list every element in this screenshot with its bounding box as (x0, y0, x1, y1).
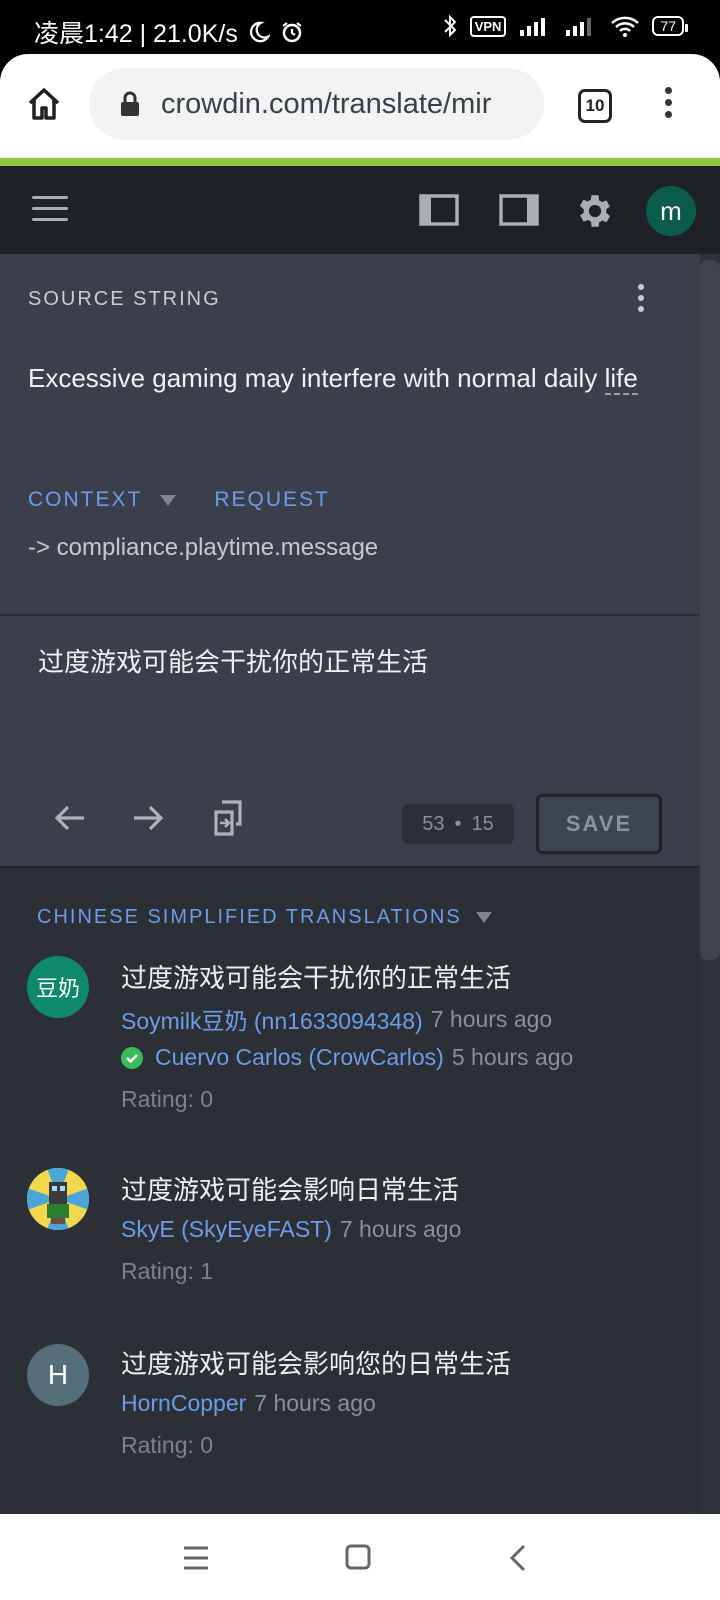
status-left: 凌晨1:42 | 21.0K/s (34, 14, 304, 50)
character-counter: 53 • 15 (402, 804, 514, 844)
back-icon[interactable] (500, 1540, 540, 1576)
home-nav-icon[interactable] (338, 1540, 378, 1576)
avatar[interactable]: H (27, 1344, 89, 1406)
approval-row: Cuervo Carlos (CrowCarlos) 5 hours ago (121, 1044, 573, 1071)
rating: Rating: 1 (121, 1258, 214, 1284)
author-link[interactable]: Soymilk豆奶 (nn1633094348) (121, 1002, 423, 1036)
source-string-panel: SOURCE STRING Excessive gaming may inter… (0, 254, 700, 614)
translation-text: 过度游戏可能会干扰你的正常生活 (121, 963, 512, 993)
rating: Rating: 0 (121, 1432, 214, 1458)
save-button[interactable]: SAVE (536, 794, 662, 854)
recent-apps-icon[interactable] (176, 1540, 216, 1576)
chevron-down-icon[interactable] (475, 912, 492, 923)
status-bar: 凌晨1:42 | 21.0K/s VPN 77 (0, 0, 720, 54)
source-text-main: Excessive gaming may interfere with norm… (28, 363, 598, 393)
avatar[interactable] (27, 1168, 89, 1230)
browser-menu-icon[interactable] (662, 84, 674, 124)
translation-author-row: SkyE (SkyEyeFAST) 7 hours ago (121, 1216, 461, 1243)
context-value: -> compliance.playtime.message (28, 534, 379, 561)
approval-timestamp: 5 hours ago (451, 1044, 574, 1070)
source-text-last-word: life (604, 363, 638, 395)
right-panel-toggle-icon[interactable] (498, 190, 540, 230)
user-avatar[interactable]: m (646, 186, 696, 236)
gear-icon[interactable] (574, 190, 616, 232)
signal-icon (566, 18, 592, 36)
battery-icon: 77 (652, 16, 688, 36)
approver-link[interactable]: Cuervo Carlos (CrowCarlos) (155, 1044, 444, 1071)
timestamp: 7 hours ago (254, 1390, 376, 1416)
app-header: m (0, 166, 720, 254)
author-link[interactable]: HornCopper (121, 1390, 246, 1417)
translation-author-row: Soymilk豆奶 (nn1633094348) 7 hours ago (121, 1002, 552, 1036)
hamburger-menu-icon[interactable] (32, 196, 68, 224)
timestamp: 7 hours ago (430, 1005, 553, 1032)
source-string-label: SOURCE STRING (28, 288, 221, 310)
vpn-icon: VPN (469, 15, 507, 37)
scrollbar-thumb[interactable] (700, 260, 720, 960)
lock-icon (121, 91, 139, 116)
pixel-avatar-icon (27, 1168, 89, 1230)
alarm-icon (282, 22, 302, 43)
arrow-left-icon[interactable] (50, 798, 90, 838)
translation-text: 过度游戏可能会影响日常生活 (121, 1175, 460, 1205)
translation-author-row: HornCopper 7 hours ago (121, 1390, 376, 1417)
system-navigation-bar (0, 1514, 720, 1600)
signal-icon (520, 18, 546, 36)
url-text: crowdin.com/translate/mir (161, 87, 492, 120)
approved-check-icon (121, 1046, 143, 1069)
translations-header[interactable]: CHINESE SIMPLIFIED TRANSLATIONS (37, 906, 492, 929)
translations-list: CHINESE SIMPLIFIED TRANSLATIONS 豆奶 过度游戏可… (0, 866, 700, 1514)
author-link[interactable]: SkyE (SkyEyeFAST) (121, 1216, 332, 1243)
context-row: CONTEXT REQUEST (28, 488, 330, 512)
bluetooth-icon (443, 14, 457, 38)
translation-editor: 过度游戏可能会干扰你的正常生活 53 • 15 SAVE (0, 614, 700, 866)
home-icon[interactable] (24, 84, 64, 124)
status-right: VPN 77 (442, 14, 688, 38)
source-options-icon[interactable] (636, 284, 646, 320)
rating: Rating: 0 (121, 1086, 214, 1112)
source-string-text: Excessive gaming may interfere with norm… (28, 358, 668, 398)
status-time-speed: 凌晨1:42 | 21.0K/s (34, 20, 238, 48)
translation-text: 过度游戏可能会影响您的日常生活 (121, 1349, 512, 1379)
source-char-count: 53 (422, 812, 445, 835)
address-bar[interactable]: crowdin.com/translate/mir (89, 68, 544, 140)
context-toggle[interactable]: CONTEXT (28, 488, 142, 512)
counter-separator: • (454, 812, 462, 835)
copy-source-icon[interactable] (208, 798, 248, 838)
left-panel-toggle-icon[interactable] (418, 190, 460, 230)
arrow-right-icon[interactable] (128, 798, 168, 838)
chevron-down-icon[interactable] (160, 494, 177, 506)
request-link[interactable]: REQUEST (214, 488, 330, 512)
timestamp: 7 hours ago (339, 1216, 462, 1242)
translation-input[interactable]: 过度游戏可能会干扰你的正常生活 (38, 642, 428, 679)
translation-char-count: 15 (471, 812, 494, 835)
page-load-bar (0, 158, 720, 166)
moon-icon (249, 21, 270, 43)
translations-header-label: CHINESE SIMPLIFIED TRANSLATIONS (37, 906, 462, 928)
wifi-icon (611, 16, 640, 37)
tab-switcher-button[interactable]: 10 (578, 89, 612, 123)
browser-toolbar: crowdin.com/translate/mir 10 (0, 54, 720, 158)
avatar[interactable]: 豆奶 (27, 956, 89, 1018)
